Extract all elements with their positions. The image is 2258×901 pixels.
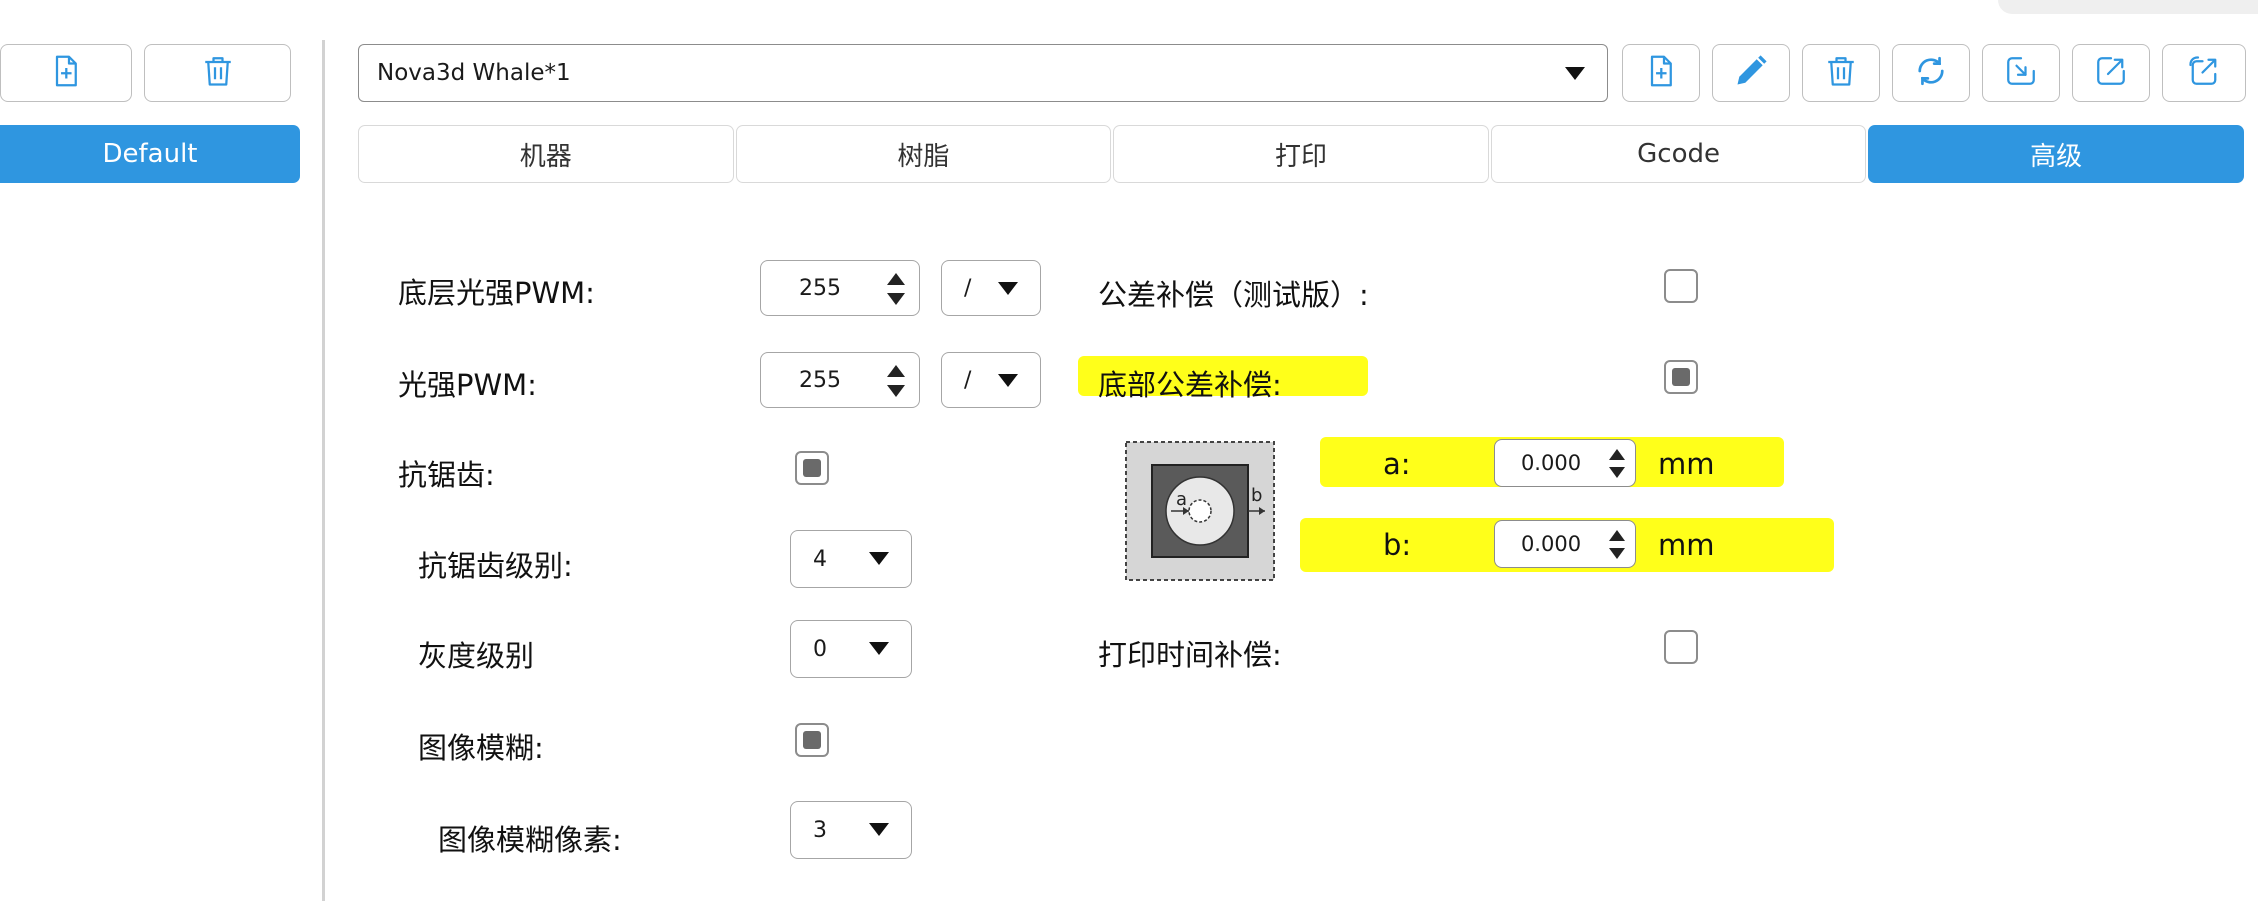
image-blur-checkbox[interactable] [795,723,829,757]
tolerance-comp-label: 公差补偿（测试版）: [1098,278,1369,312]
tolerance-diagram: a b [1125,441,1275,581]
pencil-icon [1733,53,1769,93]
trash-icon [200,53,236,93]
settings-tabs: 机器 树脂 打印 Gcode 高级 [358,125,2246,183]
import-icon [2003,53,2039,93]
tab-advanced[interactable]: 高级 [1868,125,2244,183]
delete-button[interactable] [1802,44,1880,102]
pwm-label: 光强PWM: [398,368,537,402]
import-button[interactable] [1982,44,2060,102]
chevron-down-icon [869,552,889,565]
tab-gcode[interactable]: Gcode [1490,125,1867,183]
export-all-button[interactable] [2162,44,2246,102]
bottom-tolerance-comp-label: 底部公差补偿: [1098,368,1282,402]
profile-select[interactable]: Nova3d Whale*1 [358,44,1608,102]
diagram-label-a: a [1176,489,1187,510]
export-icon [2093,53,2129,93]
profile-select-value: Nova3d Whale*1 [377,60,571,86]
b-label: b: [1383,528,1412,562]
export-all-icon [2186,53,2222,93]
chevron-down-icon [1565,67,1585,80]
blur-pixels-value: 3 [813,817,827,843]
b-unit: mm [1658,528,1715,562]
antialias-level-label: 抗锯齿级别: [418,549,573,583]
a-label: a: [1383,447,1411,481]
gray-level-select[interactable]: 0 [790,620,912,678]
a-unit: mm [1658,447,1715,481]
profile-default[interactable]: Default [0,125,300,183]
antialias-level-value: 4 [813,546,827,572]
bottom-pwm-unit-select[interactable]: / [941,260,1041,316]
tolerance-comp-checkbox[interactable] [1664,269,1698,303]
chevron-down-icon [998,282,1018,295]
pwm-unit-select[interactable]: / [941,352,1041,408]
panel-divider [322,40,325,901]
chevron-down-icon [869,642,889,655]
spin-arrows-icon[interactable] [887,273,905,305]
bottom-tolerance-comp-checkbox[interactable] [1664,360,1698,394]
blur-pixels-label: 图像模糊像素: [438,823,622,857]
diagram-label-b: b [1251,485,1262,506]
spin-arrows-icon[interactable] [1609,530,1625,559]
antialias-label: 抗锯齿: [398,458,495,492]
bottom-pwm-spinbox[interactable]: 255 [760,260,920,316]
file-add-icon [1643,53,1679,93]
add-profile-button[interactable] [0,44,132,102]
pwm-spinbox[interactable]: 255 [760,352,920,408]
chevron-down-icon [998,374,1018,387]
gray-level-label: 灰度级别 [418,639,535,673]
tab-resin[interactable]: 树脂 [735,125,1112,183]
refresh-button[interactable] [1892,44,1970,102]
bottom-pwm-label: 底层光强PWM: [398,276,595,310]
rename-profile-button[interactable] [1712,44,1790,102]
spin-arrows-icon[interactable] [887,365,905,397]
b-spinbox[interactable]: 0.000 [1494,520,1636,568]
watermark [1998,0,2258,14]
chevron-down-icon [869,823,889,836]
image-blur-label: 图像模糊: [418,731,544,765]
trash-icon [1823,53,1859,93]
tab-machine[interactable]: 机器 [358,125,734,183]
tab-print[interactable]: 打印 [1113,125,1489,183]
pwm-unit-value: / [964,367,972,393]
print-time-comp-label: 打印时间补偿: [1098,638,1282,672]
bottom-pwm-unit-value: / [964,275,972,301]
export-button[interactable] [2072,44,2150,102]
gray-level-value: 0 [813,636,827,662]
print-time-comp-checkbox[interactable] [1664,630,1698,664]
spin-arrows-icon[interactable] [1609,449,1625,478]
antialias-checkbox[interactable] [795,451,829,485]
antialias-level-select[interactable]: 4 [790,530,912,588]
a-spinbox[interactable]: 0.000 [1494,439,1636,487]
refresh-icon [1913,53,1949,93]
new-profile-button[interactable] [1622,44,1700,102]
blur-pixels-select[interactable]: 3 [790,801,912,859]
delete-profile-button[interactable] [144,44,291,102]
file-add-icon [48,53,84,93]
